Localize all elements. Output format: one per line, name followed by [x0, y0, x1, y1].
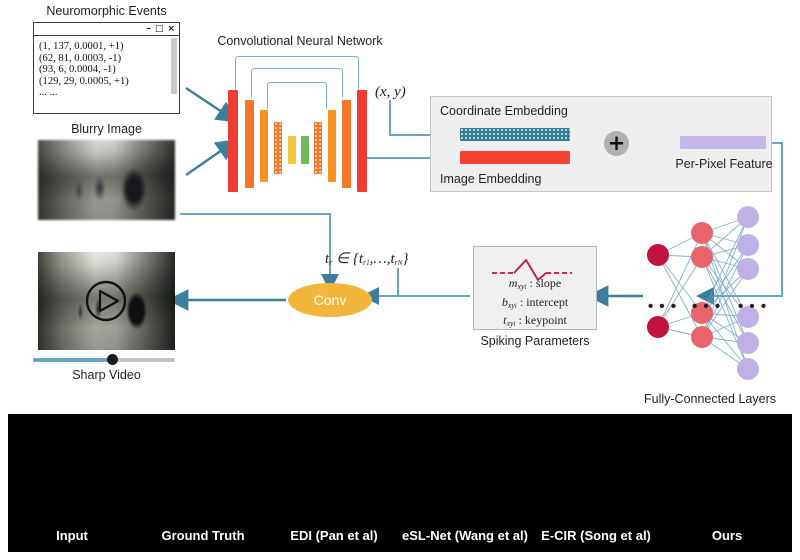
cnn-layer-dec-2: [342, 100, 351, 188]
comparison-label: eSL-Net (Wang et al): [402, 528, 528, 543]
comparison-image: [532, 414, 660, 520]
blurry-image-caption: Blurry Image: [71, 122, 142, 136]
comparison-label: Ground Truth: [161, 528, 245, 543]
comparison-image: [401, 414, 529, 520]
slider-knob[interactable]: [107, 354, 118, 365]
cnn-layer-dec-3: [328, 110, 336, 182]
per-pixel-feature-label: Per-Pixel Feature: [675, 157, 773, 171]
comparison-cell: eSL-Net (Wang et al): [401, 414, 529, 552]
fc-ellipsis-layer-1: • • •: [648, 298, 678, 315]
image-embedding-bar: [460, 151, 570, 164]
sharp-video-frame: [38, 252, 175, 350]
cnn-bottleneck-yellow: [288, 136, 296, 164]
fc-ellipsis-layer-2: • • •: [692, 298, 722, 315]
spiking-parameters-box: mxyi : slope bxyi : intercept txyi : key…: [473, 246, 597, 330]
spiking-param-slope: mxyi : slope: [508, 276, 562, 291]
comparison-cell: EDI (Pan et al): [270, 414, 398, 552]
fc-ellipsis-layer-3: • • •: [738, 298, 768, 315]
fully-connected-caption: Fully-Connected Layers: [643, 392, 776, 406]
events-scrollbar[interactable]: [171, 38, 177, 94]
spiking-param-intercept: bxyi : intercept: [501, 294, 569, 310]
comparison-cell: Ground Truth: [139, 414, 267, 552]
coordinate-embedding-bar: [460, 128, 570, 141]
slider-fill: [33, 357, 113, 362]
convolutional-neural-network: [225, 52, 370, 192]
maximize-icon[interactable]: □: [155, 24, 164, 34]
timestamp-formula: tr ∈ {tr1,…,trN}: [325, 251, 409, 267]
coordinate-embedding-label: Coordinate Embedding: [440, 104, 568, 118]
cnn-layer-enc-2: [245, 100, 254, 188]
video-progress-slider[interactable]: [33, 354, 175, 365]
events-list: (1, 137, 0.0001, +1) (62, 81, 0.0003, -1…: [39, 41, 129, 99]
cnn-layer-dec-4: [314, 122, 322, 174]
addition-operator-icon: +: [604, 131, 629, 156]
comparison-label: Ours: [711, 528, 743, 543]
comparison-label: Input: [56, 528, 88, 543]
cnn-layer-dec-1: [357, 90, 367, 192]
comparison-cell: E-CIR (Song et al): [532, 414, 660, 552]
comparison-strip: Input Ground Truth EDI (Pan et al) eSL-N…: [8, 414, 792, 552]
blurry-image: [38, 140, 175, 220]
cnn-layer-enc-4: [274, 122, 282, 174]
fully-connected-network: [647, 206, 759, 380]
skip-connection-3: [267, 82, 327, 109]
comparison-image: [8, 414, 136, 520]
spiking-param-keypoint: txyi : keypoint: [503, 313, 567, 328]
image-embedding-label: Image Embedding: [440, 172, 542, 186]
cnn-title: Convolutional Neural Network: [217, 34, 383, 48]
minimize-icon[interactable]: –: [146, 24, 151, 34]
sharp-video-caption: Sharp Video: [72, 368, 141, 382]
comparison-image: [139, 414, 267, 520]
comparison-label: EDI (Pan et al): [290, 528, 378, 543]
comparison-image: [270, 414, 398, 520]
spiking-parameters-caption: Spiking Parameters: [480, 334, 590, 348]
close-icon[interactable]: ×: [167, 24, 175, 34]
spiking-parameters-list: mxyi : slope bxyi : intercept txyi : key…: [474, 276, 596, 332]
events-window-body: (1, 137, 0.0001, +1) (62, 81, 0.0003, -1…: [34, 36, 179, 113]
comparison-cell: Input: [8, 414, 136, 552]
coordinate-input-label: (x, y): [375, 84, 406, 100]
cnn-layer-enc-1: [228, 90, 238, 192]
events-window-caption: Neuromorphic Events: [46, 4, 167, 18]
neuromorphic-events-window: – □ × (1, 137, 0.0001, +1) (62, 81, 0.00…: [33, 22, 180, 114]
comparison-image: [663, 414, 791, 520]
cnn-layer-enc-3: [260, 110, 268, 182]
comparison-cell: Ours: [663, 414, 791, 552]
per-pixel-feature-bar: [680, 136, 766, 149]
cnn-bottleneck-green: [301, 136, 309, 164]
conv-node: Conv: [288, 283, 372, 317]
comparison-label: E-CIR (Song et al): [541, 528, 651, 543]
events-window-titlebar: – □ ×: [34, 23, 179, 36]
